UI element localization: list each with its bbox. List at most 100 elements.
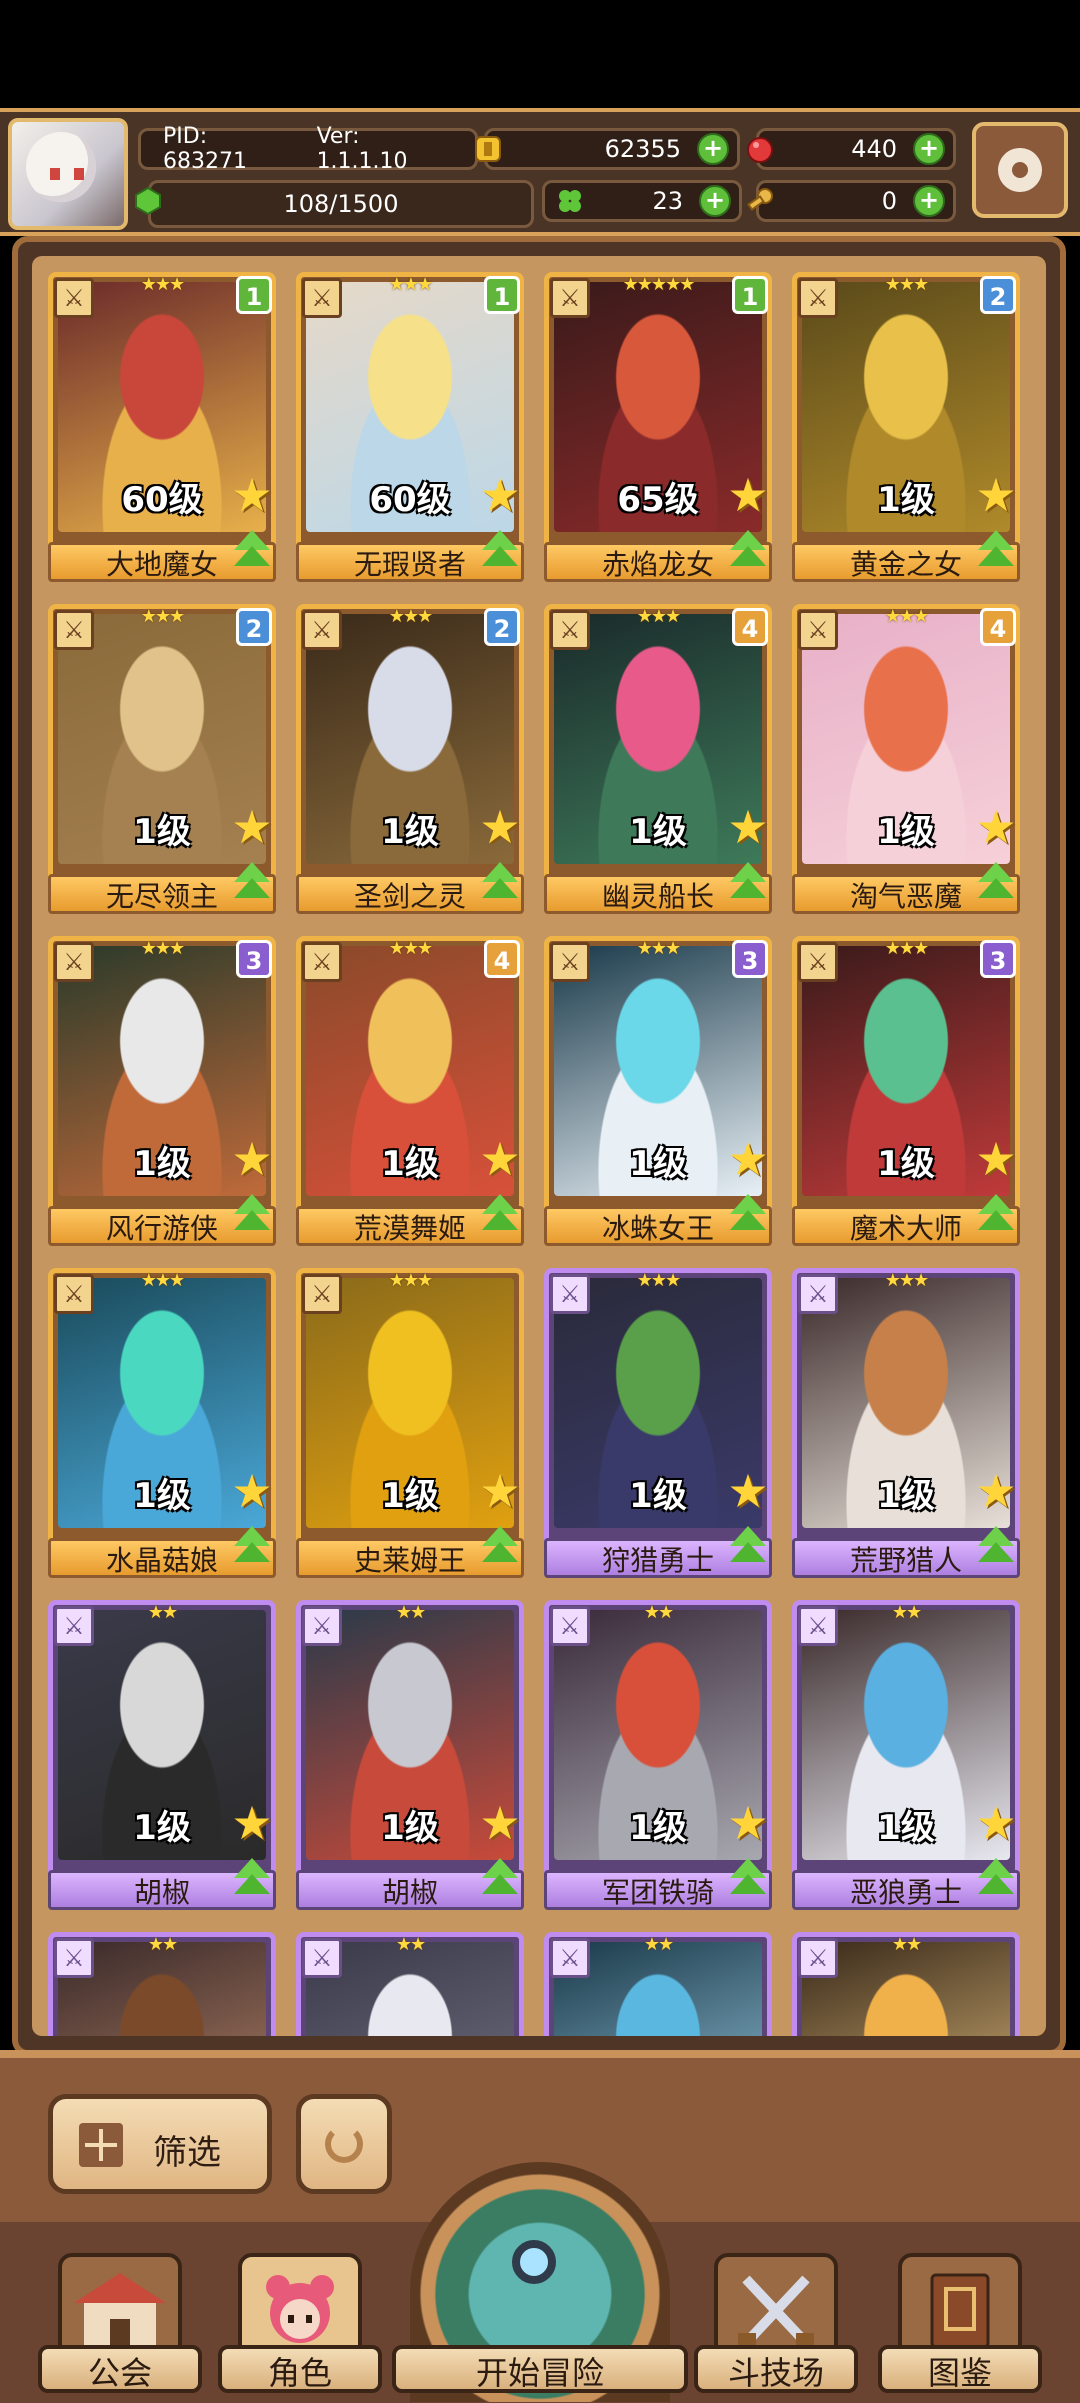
level-up-icon[interactable] xyxy=(230,862,274,902)
hero-card[interactable]: ★★ ⚔ xyxy=(544,1932,772,2036)
hero-card[interactable]: ★★★ ⚔ 4 1级 ★ 幽灵船长 xyxy=(544,604,772,916)
star-upgrade-icon[interactable]: ★ xyxy=(228,1136,276,1184)
hero-rank-badge: 2 xyxy=(236,608,272,646)
level-up-icon[interactable] xyxy=(974,1858,1018,1898)
nav-guild[interactable]: 公会 xyxy=(38,2253,202,2403)
nav-arena[interactable]: 斗技场 xyxy=(694,2253,858,2403)
star-upgrade-icon[interactable]: ★ xyxy=(724,1800,772,1848)
level-up-icon[interactable] xyxy=(478,862,522,902)
hero-card[interactable]: ★★★ ⚔ 1级 ★ 荒野猎人 xyxy=(792,1268,1020,1580)
hero-rank-badge: 3 xyxy=(980,940,1016,978)
hero-card[interactable]: ★★★ ⚔ 2 1级 ★ 圣剑之灵 xyxy=(296,604,524,916)
avatar-hair xyxy=(26,132,96,202)
add-clovers-button[interactable]: + xyxy=(699,185,731,217)
level-up-icon[interactable] xyxy=(726,862,770,902)
level-up-icon[interactable] xyxy=(974,862,1018,902)
hero-card[interactable]: ★★ ⚔ xyxy=(296,1932,524,2036)
hero-role-icon: ⚔ xyxy=(550,942,590,982)
level-up-icon[interactable] xyxy=(974,530,1018,570)
hero-role-icon: ⚔ xyxy=(798,278,838,318)
add-keys-button[interactable]: + xyxy=(913,185,945,217)
star-upgrade-icon[interactable]: ★ xyxy=(972,1468,1020,1516)
hero-card[interactable]: ★★★ ⚔ 1 60级 ★ 大地魔女 xyxy=(48,272,276,584)
player-info: PID: 683271 Ver: 1.1.1.10 xyxy=(138,124,478,174)
hero-card[interactable]: ★★★ ⚔ 1 60级 ★ 无瑕贤者 xyxy=(296,272,524,584)
level-up-icon[interactable] xyxy=(230,1858,274,1898)
reset-filter-button[interactable] xyxy=(296,2094,392,2194)
settings-button[interactable] xyxy=(972,122,1068,218)
star-upgrade-icon[interactable]: ★ xyxy=(724,1468,772,1516)
hero-role-icon: ⚔ xyxy=(550,610,590,650)
level-up-icon[interactable] xyxy=(726,1526,770,1566)
hero-card[interactable]: ★★★ ⚔ 4 1级 ★ 淘气恶魔 xyxy=(792,604,1020,916)
hero-role-icon: ⚔ xyxy=(550,1606,590,1646)
nav-characters[interactable]: 角色 xyxy=(218,2253,382,2403)
level-up-icon[interactable] xyxy=(726,1858,770,1898)
hero-rank-badge: 3 xyxy=(236,940,272,978)
level-up-icon[interactable] xyxy=(230,530,274,570)
hero-card[interactable]: ★★★ ⚔ 2 1级 ★ 黄金之女 xyxy=(792,272,1020,584)
star-upgrade-icon[interactable]: ★ xyxy=(228,1800,276,1848)
hero-card[interactable]: ★★★ ⚔ 3 1级 ★ 魔术大师 xyxy=(792,936,1020,1248)
coin-amount: 62355 xyxy=(604,135,681,163)
clover-counter: 23 + xyxy=(542,180,742,222)
star-upgrade-icon[interactable]: ★ xyxy=(228,804,276,852)
hero-card[interactable]: ★★ ⚔ 1级 ★ 胡椒 xyxy=(296,1600,524,1912)
nav-characters-label: 角色 xyxy=(218,2345,382,2393)
hero-card[interactable]: ★★★ ⚔ 2 1级 ★ 无尽领主 xyxy=(48,604,276,916)
star-upgrade-icon[interactable]: ★ xyxy=(724,472,772,520)
star-upgrade-icon[interactable]: ★ xyxy=(476,804,524,852)
hero-role-icon: ⚔ xyxy=(550,1938,590,1978)
filter-button[interactable]: 筛选 xyxy=(48,2094,272,2194)
hero-grid-viewport[interactable]: ★★★ ⚔ 1 60级 ★ 大地魔女 ★★★ ⚔ 1 60级 ★ 无瑕贤者 ★★★★★ ⚔ 1 65级 ★ 赤焰龙… xyxy=(32,256,1046,2036)
hero-card[interactable]: ★★★ ⚔ 4 1级 ★ 荒漠舞姬 xyxy=(296,936,524,1248)
level-up-icon[interactable] xyxy=(478,1858,522,1898)
level-up-icon[interactable] xyxy=(478,1194,522,1234)
level-up-icon[interactable] xyxy=(478,530,522,570)
star-upgrade-icon[interactable]: ★ xyxy=(476,1468,524,1516)
hero-card[interactable]: ★★★ ⚔ 1级 ★ 狩猎勇士 xyxy=(544,1268,772,1580)
star-upgrade-icon[interactable]: ★ xyxy=(476,472,524,520)
star-upgrade-icon[interactable]: ★ xyxy=(724,1136,772,1184)
hero-rank-badge: 1 xyxy=(236,276,272,314)
star-upgrade-icon[interactable]: ★ xyxy=(476,1800,524,1848)
bottom-navigation: 公会 角色 开始冒险 斗技场 图鉴 xyxy=(0,2162,1080,2403)
level-up-icon[interactable] xyxy=(974,1526,1018,1566)
hero-role-icon: ⚔ xyxy=(798,610,838,650)
add-rubies-button[interactable]: + xyxy=(913,133,945,165)
nav-adventure[interactable]: 开始冒险 xyxy=(392,2162,688,2403)
star-upgrade-icon[interactable]: ★ xyxy=(972,804,1020,852)
hero-card[interactable]: ★★ ⚔ 1级 ★ 胡椒 xyxy=(48,1600,276,1912)
level-up-icon[interactable] xyxy=(230,1526,274,1566)
star-upgrade-icon[interactable]: ★ xyxy=(972,1136,1020,1184)
nav-codex[interactable]: 图鉴 xyxy=(878,2253,1042,2403)
hero-card[interactable]: ★★ ⚔ xyxy=(792,1932,1020,2036)
star-upgrade-icon[interactable]: ★ xyxy=(972,472,1020,520)
level-up-icon[interactable] xyxy=(230,1194,274,1234)
level-up-icon[interactable] xyxy=(726,1194,770,1234)
level-up-icon[interactable] xyxy=(478,1526,522,1566)
hero-card[interactable]: ★★★ ⚔ 3 1级 ★ 风行游侠 xyxy=(48,936,276,1248)
star-upgrade-icon[interactable]: ★ xyxy=(228,1468,276,1516)
level-up-icon[interactable] xyxy=(726,530,770,570)
hero-card[interactable]: ★★★ ⚔ 1级 ★ 史莱姆王 xyxy=(296,1268,524,1580)
hero-role-icon: ⚔ xyxy=(798,1938,838,1978)
hero-card[interactable]: ★★★ ⚔ 1级 ★ 水晶菇娘 xyxy=(48,1268,276,1580)
star-upgrade-icon[interactable]: ★ xyxy=(724,804,772,852)
hero-card[interactable]: ★★★ ⚔ 3 1级 ★ 冰蛛女王 xyxy=(544,936,772,1248)
star-upgrade-icon[interactable]: ★ xyxy=(476,1136,524,1184)
hero-rank-badge: 1 xyxy=(484,276,520,314)
hero-card[interactable]: ★★ ⚔ xyxy=(48,1932,276,2036)
hero-card[interactable]: ★★★★★ ⚔ 1 65级 ★ 赤焰龙女 xyxy=(544,272,772,584)
star-upgrade-icon[interactable]: ★ xyxy=(972,1800,1020,1848)
add-coins-button[interactable]: + xyxy=(697,133,729,165)
hero-rank-badge: 4 xyxy=(732,608,768,646)
filter-label: 筛选 xyxy=(153,2133,221,2173)
hero-card[interactable]: ★★ ⚔ 1级 ★ 军团铁骑 xyxy=(544,1600,772,1912)
level-up-icon[interactable] xyxy=(974,1194,1018,1234)
stamina-icon xyxy=(135,186,161,216)
player-avatar[interactable] xyxy=(8,118,128,230)
star-upgrade-icon[interactable]: ★ xyxy=(228,472,276,520)
game-version: Ver: 1.1.1.10 xyxy=(316,124,408,174)
hero-card[interactable]: ★★ ⚔ 1级 ★ 恶狼勇士 xyxy=(792,1600,1020,1912)
